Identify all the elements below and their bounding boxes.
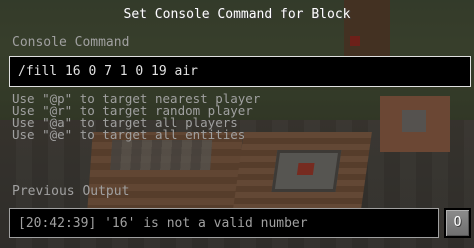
target-selector-help: Use "@p" to target nearest player Use "@…: [12, 92, 260, 142]
dialog-title: Set Console Command for Block: [123, 7, 351, 22]
previous-output-value: [20:42:39] '16' is not a valid number: [18, 216, 308, 231]
previous-output-label: Previous Output: [12, 184, 130, 199]
help-line-all-entities: Use "@e" to target all entities: [12, 127, 246, 142]
previous-output-field[interactable]: [20:42:39] '16' is not a valid number: [9, 208, 439, 238]
toggle-output-button[interactable]: O: [444, 208, 471, 238]
console-command-value: /fill 16 0 7 1 0 19 air: [18, 64, 199, 79]
console-command-input[interactable]: /fill 16 0 7 1 0 19 air: [9, 56, 471, 87]
console-command-label: Console Command: [12, 35, 130, 50]
